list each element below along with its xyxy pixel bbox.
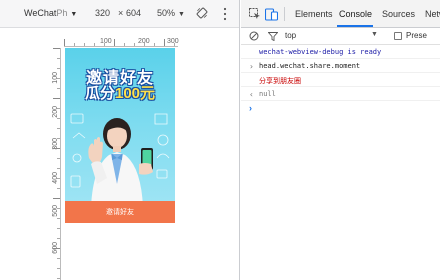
height-input[interactable]: 604 (126, 8, 141, 18)
console-message: 分享到朋友圈 (241, 73, 440, 87)
ruler-tick (114, 39, 115, 46)
zoom-value: 50% (157, 8, 176, 18)
console-message: wechat-webview-debug is ready (241, 45, 440, 59)
phone-viewport[interactable]: 邀请好友 瓜分100元 邀请好友 (65, 48, 175, 223)
invite-friends-button[interactable]: 邀请好友 (65, 201, 175, 223)
ruler-tick (57, 258, 60, 259)
ruler-tick (57, 158, 60, 159)
ruler-tick (104, 43, 105, 46)
prompt-chevron-icon: › (249, 103, 252, 113)
console-line-text: null (259, 90, 276, 98)
ruler-tick (144, 43, 145, 46)
ruler-tick (57, 78, 60, 79)
ruler-tick (84, 43, 85, 46)
device-name-suffix: Ph (56, 8, 68, 18)
inspect-element-icon[interactable] (249, 8, 261, 20)
ruler-tick (53, 198, 60, 199)
device-name: WeChat (24, 8, 57, 18)
ruler-tick (53, 98, 60, 99)
vertical-ruler: 100 200 300 400 500 600 (52, 48, 61, 280)
device-select[interactable]: WeChatPh ▼ (24, 8, 77, 18)
tab-elements[interactable]: Elements (295, 9, 333, 19)
toolbar-divider (284, 7, 285, 21)
chevron-down-icon: ▼ (178, 11, 185, 18)
console-message: ‹ null (241, 87, 440, 101)
chevron-down-icon: ▼ (70, 11, 78, 18)
ruler-tick (57, 208, 60, 209)
ruler-label: 500 (52, 205, 59, 217)
ruler-tick (57, 68, 60, 69)
clear-console-icon[interactable] (249, 31, 259, 41)
device-emulator-pane: WeChatPh ▼ 320 × 604 50% ▼ 100 200 300 100… (0, 0, 240, 280)
devtools-tabbar: Elements Console Sources Netw (241, 0, 440, 28)
ruler-tick (57, 108, 60, 109)
preserve-log-label: Prese (406, 31, 427, 40)
input-chevron-icon: › (249, 62, 254, 71)
ruler-tick (53, 248, 60, 249)
ruler-tick (57, 188, 60, 189)
active-tab-indicator (337, 25, 373, 27)
ruler-tick (57, 128, 60, 129)
more-vert-icon[interactable] (222, 7, 228, 21)
preserve-log-checkbox[interactable] (394, 32, 402, 40)
ruler-tick (57, 218, 60, 219)
filter-icon[interactable] (268, 32, 278, 41)
device-toolbar: WeChatPh ▼ 320 × 604 50% ▼ (0, 0, 239, 28)
chevron-down-icon[interactable]: ▼ (371, 31, 378, 38)
ruler-tick (57, 268, 60, 269)
ruler-tick (57, 118, 60, 119)
console-line-text: head.wechat.share.moment (259, 62, 361, 70)
ruler-tick (57, 88, 60, 89)
ruler-tick (57, 228, 60, 229)
ruler-label: 300 (167, 38, 179, 45)
ruler-tick (53, 148, 60, 149)
console-line-text: 分享到朋友圈 (259, 77, 301, 85)
poster-subtitle-prefix: 瓜分 (84, 85, 115, 102)
ruler-tick (154, 43, 155, 46)
tab-sources[interactable]: Sources (382, 9, 415, 19)
ruler-tick (57, 278, 60, 279)
rotate-icon[interactable] (196, 7, 208, 19)
poster-subtitle-amount: 100元 (114, 85, 156, 102)
ruler-tick (53, 48, 60, 49)
tab-console[interactable]: Console (339, 9, 372, 19)
console-toolbar: top ▼ Prese (241, 28, 440, 45)
poster-subtitle: 瓜分100元 (65, 82, 175, 103)
ruler-tick (74, 43, 75, 46)
ruler-label: 100 (100, 38, 112, 45)
ruler-tick (57, 58, 60, 59)
ruler-tick (64, 39, 65, 46)
ruler-tick (57, 178, 60, 179)
zoom-select[interactable]: 50% ▼ (157, 8, 185, 18)
devtools-pane: Elements Console Sources Netw top ▼ Pres… (241, 0, 440, 280)
ruler-tick (164, 39, 165, 46)
ruler-tick (57, 138, 60, 139)
invite-button-label: 邀请好友 (106, 209, 134, 216)
ruler-tick (124, 43, 125, 46)
ruler-tick (134, 43, 135, 46)
device-toggle-icon[interactable] (265, 7, 278, 21)
ruler-tick (57, 168, 60, 169)
console-output: wechat-webview-debug is ready › head.wec… (241, 45, 440, 115)
width-input[interactable]: 320 (95, 8, 110, 18)
context-select[interactable]: top (285, 31, 296, 40)
ruler-tick (174, 43, 175, 46)
console-line-text: wechat-webview-debug is ready (259, 48, 382, 56)
result-chevron-icon: ‹ (249, 90, 254, 99)
dimension-separator: × (118, 8, 124, 18)
ruler-tick (94, 43, 95, 46)
woman-illustration (88, 118, 153, 207)
tab-network[interactable]: Netw (425, 9, 440, 19)
horizontal-ruler: 100 200 300 (64, 38, 179, 47)
ruler-tick (57, 238, 60, 239)
console-message: › head.wechat.share.moment (241, 59, 440, 73)
console-prompt[interactable]: › (241, 101, 440, 115)
